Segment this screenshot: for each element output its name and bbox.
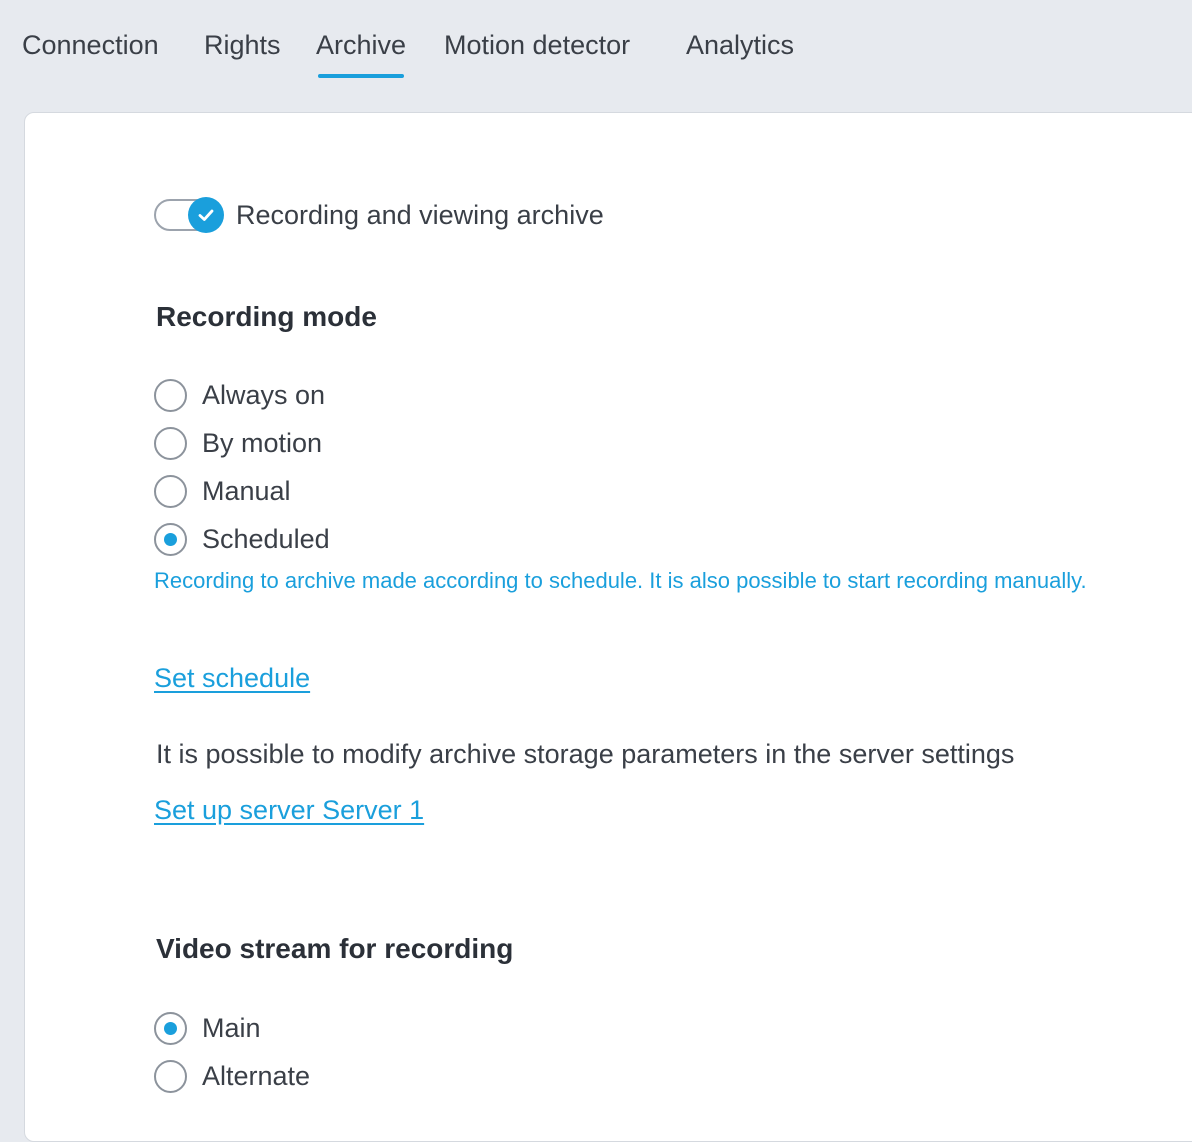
server-settings-info: It is possible to modify archive storage… [156,739,1015,769]
radio-button[interactable] [154,1011,187,1045]
radio-button[interactable] [154,1059,187,1093]
radio-button[interactable] [154,426,187,460]
radio-selected-dot [164,1021,177,1035]
archive-toggle[interactable] [154,197,224,233]
checkmark-icon [198,209,214,221]
radio-by-motion[interactable]: By motion [154,423,322,463]
radio-label: Always on [202,379,326,410]
radio-button[interactable] [154,522,187,556]
archive-settings-panel: Recording and viewing archive Recording … [24,112,1192,1142]
radio-button[interactable] [154,474,187,508]
tab-bar: Connection Rights Archive Motion detecto… [0,0,1192,100]
set-schedule-link[interactable]: Set schedule [154,663,310,694]
scheduled-hint: Recording to archive made according to s… [154,568,1087,593]
tab-archive[interactable]: Archive [316,28,406,78]
radio-label: Manual [202,475,291,506]
radio-label: By motion [202,427,323,458]
archive-toggle-row: Recording and viewing archive [154,195,604,235]
radio-selected-dot [164,532,177,546]
radio-label: Main [202,1012,261,1043]
tab-connection[interactable]: Connection [22,28,159,62]
radio-scheduled[interactable]: Scheduled [154,519,330,559]
radio-manual[interactable]: Manual [154,471,291,511]
recording-mode-title: Recording mode [156,301,377,332]
radio-button[interactable] [154,378,187,412]
set-up-server-link[interactable]: Set up server Server 1 [154,795,424,826]
radio-label: Scheduled [202,523,330,554]
tab-rights[interactable]: Rights [204,28,281,62]
radio-always-on[interactable]: Always on [154,375,325,415]
tab-motion-detector[interactable]: Motion detector [444,28,630,62]
archive-toggle-label: Recording and viewing archive [236,199,604,230]
tab-analytics[interactable]: Analytics [686,28,794,62]
radio-label: Alternate [202,1060,311,1091]
toggle-knob [188,197,224,233]
radio-alternate[interactable]: Alternate [154,1056,310,1096]
radio-main[interactable]: Main [154,1008,261,1048]
video-stream-title: Video stream for recording [156,933,514,964]
